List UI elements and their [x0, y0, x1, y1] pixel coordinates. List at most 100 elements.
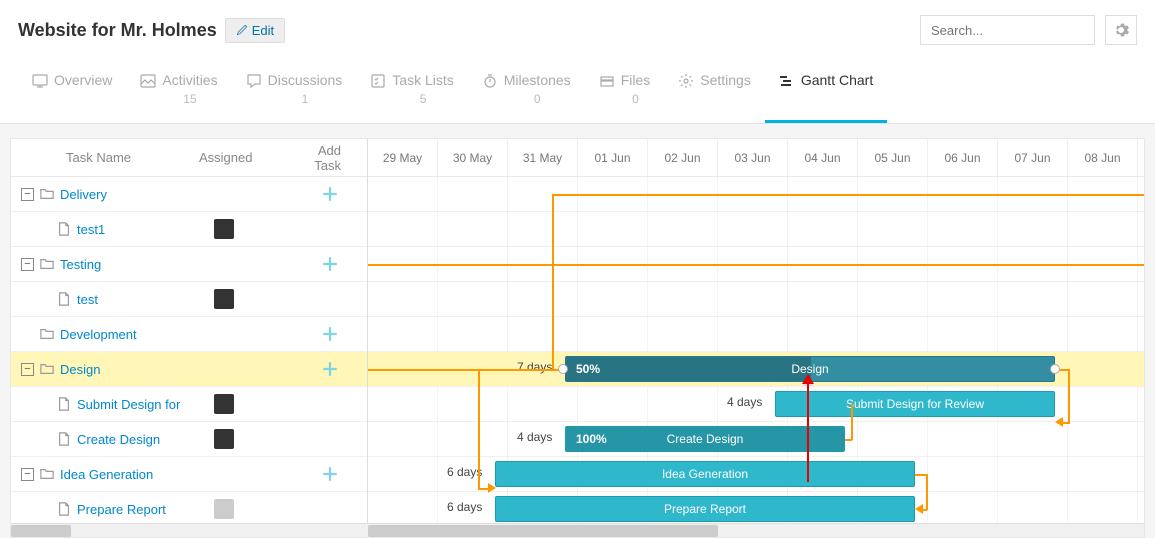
- resize-handle-right[interactable]: [1050, 364, 1060, 374]
- tab-milestones[interactable]: Milestones0: [468, 60, 585, 123]
- tab-tasklists[interactable]: Task Lists5: [356, 60, 467, 123]
- gantt-bar[interactable]: Idea Generation: [495, 461, 915, 487]
- document-icon: [57, 292, 71, 306]
- task-panel-header: Task Name Assigned Add Task: [11, 139, 367, 177]
- dependency-line: [552, 194, 1144, 196]
- date-cell: 02 Jun: [648, 139, 718, 176]
- task-label[interactable]: Submit Design for: [77, 397, 180, 412]
- add-task-button[interactable]: [321, 325, 339, 343]
- collapse-button[interactable]: −: [21, 188, 34, 201]
- indicator-arrow-line: [807, 382, 809, 482]
- task-label[interactable]: Development: [60, 327, 137, 342]
- resize-handle-left[interactable]: [558, 364, 568, 374]
- folder-icon: [40, 327, 54, 341]
- dependency-arrow: [1055, 417, 1063, 427]
- document-icon: [57, 432, 71, 446]
- date-cell: 29 May: [368, 139, 438, 176]
- dependency-line: [1068, 369, 1070, 424]
- task-label[interactable]: Design: [60, 362, 100, 377]
- task-row: test1: [11, 212, 367, 247]
- folder-stack-icon: [599, 73, 615, 89]
- timeline-header: 29 May30 May31 May01 Jun02 Jun03 Jun04 J…: [368, 139, 1144, 177]
- gantt-bar[interactable]: Prepare Report: [495, 496, 915, 522]
- avatar: [214, 289, 234, 309]
- edit-label: Edit: [252, 23, 274, 38]
- search-input[interactable]: [920, 15, 1095, 45]
- assigned-cell: [199, 289, 289, 309]
- timeline-row: Submit Design for Review4 days: [368, 387, 1144, 422]
- gantt-bar[interactable]: Submit Design for Review: [775, 391, 1055, 417]
- scroll-thumb-left[interactable]: [11, 525, 71, 537]
- page-header: Website for Mr. Holmes Edit: [0, 0, 1155, 60]
- task-label[interactable]: Testing: [60, 257, 101, 272]
- date-cell: 31 May: [508, 139, 578, 176]
- avatar: [214, 499, 234, 519]
- duration-label: 4 days: [517, 430, 552, 444]
- task-label[interactable]: Delivery: [60, 187, 107, 202]
- collapse-button[interactable]: −: [21, 468, 34, 481]
- task-row: Prepare Report: [11, 492, 367, 523]
- bar-label: Idea Generation: [496, 467, 914, 481]
- dependency-line: [851, 404, 853, 440]
- tab-overview[interactable]: Overview: [18, 60, 126, 123]
- folder-icon: [40, 362, 54, 376]
- add-task-button[interactable]: [321, 465, 339, 483]
- task-label[interactable]: Prepare Report: [77, 502, 166, 517]
- col-header-task: Task Name: [11, 150, 199, 165]
- duration-label: 7 days: [517, 360, 552, 374]
- task-label[interactable]: test: [77, 292, 98, 307]
- date-cell: 05 Jun: [858, 139, 928, 176]
- assigned-cell: [199, 499, 289, 519]
- timeline-panel: 29 May30 May31 May01 Jun02 Jun03 Jun04 J…: [368, 139, 1144, 523]
- task-row: test: [11, 282, 367, 317]
- settings-button[interactable]: [1105, 15, 1137, 45]
- assigned-cell: [199, 429, 289, 449]
- tab-files[interactable]: Files0: [585, 60, 665, 123]
- add-task-button[interactable]: [321, 255, 339, 273]
- add-task-button[interactable]: [321, 360, 339, 378]
- edit-button[interactable]: Edit: [225, 18, 285, 43]
- pencil-icon: [236, 24, 248, 36]
- bar-label: Prepare Report: [496, 502, 914, 516]
- task-row: Submit Design for: [11, 387, 367, 422]
- dependency-line: [368, 264, 1144, 266]
- avatar: [214, 394, 234, 414]
- duration-label: 6 days: [447, 500, 482, 514]
- assigned-cell: [199, 219, 289, 239]
- date-cell: 08 Jun: [1068, 139, 1138, 176]
- dependency-line: [478, 369, 480, 489]
- collapse-button[interactable]: −: [21, 363, 34, 376]
- date-cell: 03 Jun: [718, 139, 788, 176]
- gantt-bar[interactable]: 100%Create Design: [565, 426, 845, 452]
- dependency-arrow: [915, 504, 923, 514]
- page-title: Website for Mr. Holmes: [18, 20, 217, 41]
- tab-gantt-chart[interactable]: Gantt Chart: [765, 60, 887, 123]
- timeline-row: 100%Create Design 4 days: [368, 422, 1144, 457]
- date-cell: 09: [1138, 139, 1144, 176]
- scroll-thumb-right[interactable]: [368, 525, 718, 537]
- tab-discussions[interactable]: Discussions1: [232, 60, 357, 123]
- task-label[interactable]: test1: [77, 222, 105, 237]
- dependency-arrow: [488, 483, 496, 493]
- dependency-line: [926, 474, 928, 510]
- task-label[interactable]: Idea Generation: [60, 467, 153, 482]
- date-cell: 07 Jun: [998, 139, 1068, 176]
- tab-settings[interactable]: Settings: [664, 60, 765, 123]
- assigned-cell: [199, 394, 289, 414]
- folder-icon: [40, 257, 54, 271]
- task-panel: Task Name Assigned Add Task − Delivery tes…: [11, 139, 368, 523]
- image-icon: [140, 73, 156, 89]
- task-label[interactable]: Create Design: [77, 432, 160, 447]
- collapse-button[interactable]: −: [21, 258, 34, 271]
- horizontal-scrollbar[interactable]: [11, 523, 1144, 537]
- gear-icon: [1113, 22, 1129, 38]
- chat-icon: [246, 73, 262, 89]
- tab-activities[interactable]: Activities15: [126, 60, 231, 123]
- add-task-button[interactable]: [321, 185, 339, 203]
- document-icon: [57, 222, 71, 236]
- gear-icon: [678, 73, 694, 89]
- bar-label: Submit Design for Review: [776, 397, 1054, 411]
- col-header-addtask: Add Task: [289, 143, 359, 173]
- stopwatch-icon: [482, 73, 498, 89]
- document-icon: [57, 397, 71, 411]
